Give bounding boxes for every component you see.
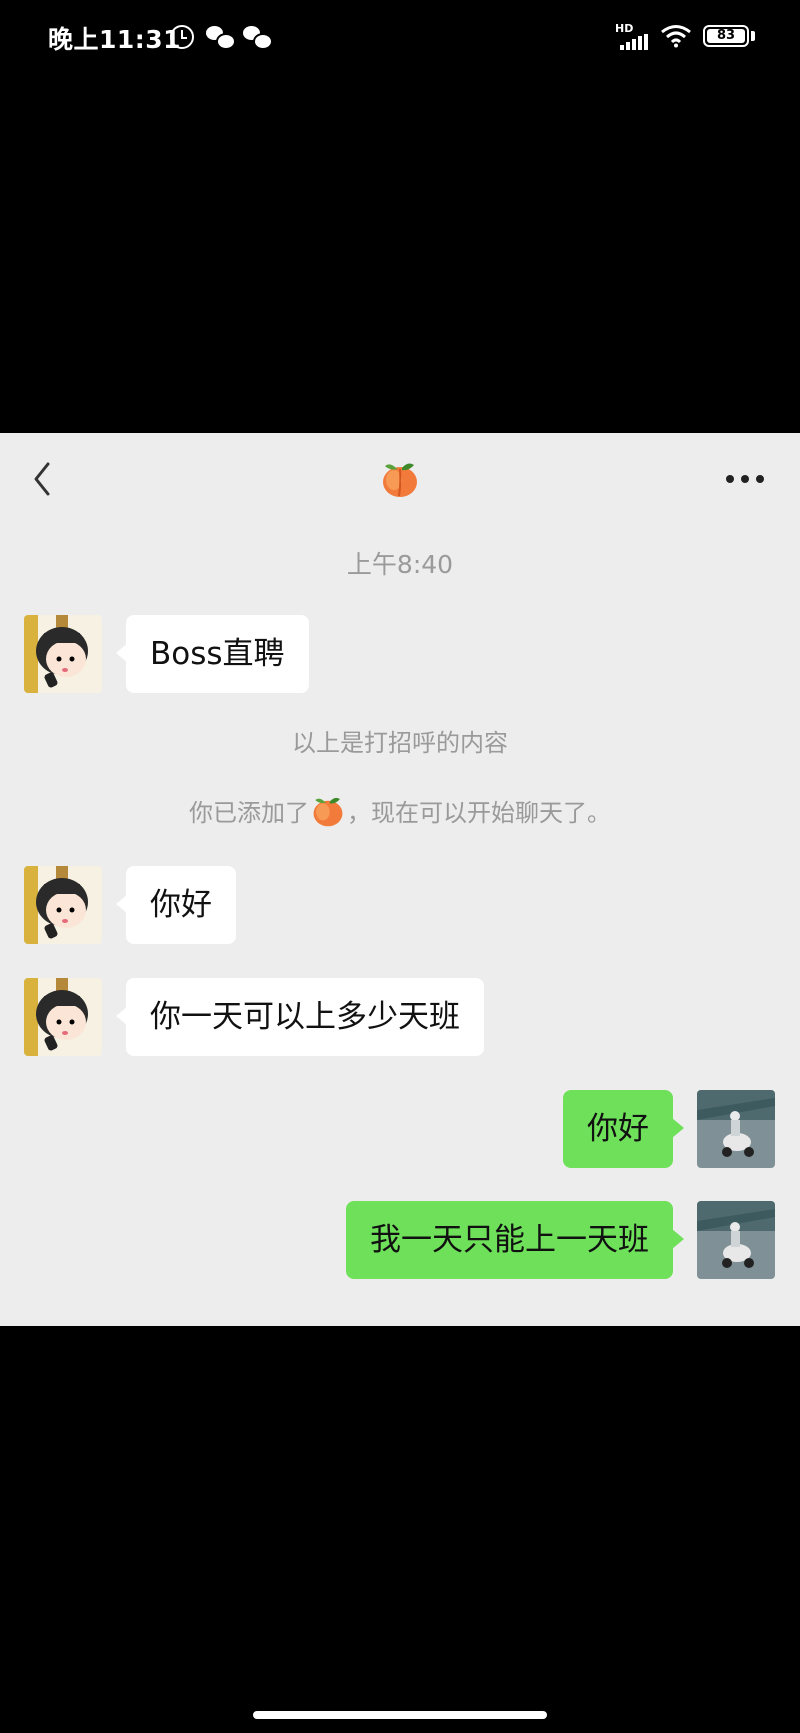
wechat-notification-icon [206, 26, 236, 50]
added-contact-notice: 你已添加了 ，现在可以开始聊天了。 [0, 793, 800, 831]
signal-icon [620, 34, 650, 50]
greeting-notice: 以上是打招呼的内容 [292, 729, 508, 757]
home-indicator[interactable] [253, 1711, 547, 1719]
more-options-button[interactable] [726, 475, 766, 485]
wechat-notification-icon [243, 26, 273, 50]
contact-avatar[interactable] [24, 978, 102, 1056]
wifi-icon [661, 25, 691, 48]
contact-avatar[interactable] [24, 615, 102, 693]
message-bubble-incoming[interactable]: 你一天可以上多少天班 [116, 978, 484, 1056]
message-bubble-incoming[interactable]: 你好 [116, 866, 236, 944]
battery-icon: 83 [703, 25, 749, 47]
user-avatar[interactable] [697, 1201, 775, 1279]
message-bubble-outgoing[interactable]: 你好 [563, 1090, 684, 1168]
alarm-icon [170, 25, 194, 49]
message-bubble-incoming[interactable]: Boss直聘 [116, 615, 309, 693]
battery-level: 83 [707, 29, 745, 43]
contact-avatar[interactable] [24, 866, 102, 944]
chat-panel: 上午8:40 Boss直聘 以上是打招呼的内容 你已添加了 ，现在可以开始聊天了… [0, 433, 800, 1326]
status-bar: 晚上11:31 HD 83 [0, 0, 800, 74]
message-bubble-outgoing[interactable]: 我一天只能上一天班 [346, 1201, 684, 1279]
peach-emoji-icon [313, 797, 343, 827]
added-notice-suffix: ，现在可以开始聊天了。 [347, 799, 611, 827]
peach-emoji-icon [383, 463, 417, 497]
chat-timestamp: 上午8:40 [346, 550, 454, 579]
battery-tip [751, 31, 755, 41]
user-avatar[interactable] [697, 1090, 775, 1168]
added-notice-prefix: 你已添加了 [189, 799, 309, 827]
status-time: 晚上11:31 [48, 25, 182, 54]
back-arrow-icon[interactable] [28, 459, 58, 499]
